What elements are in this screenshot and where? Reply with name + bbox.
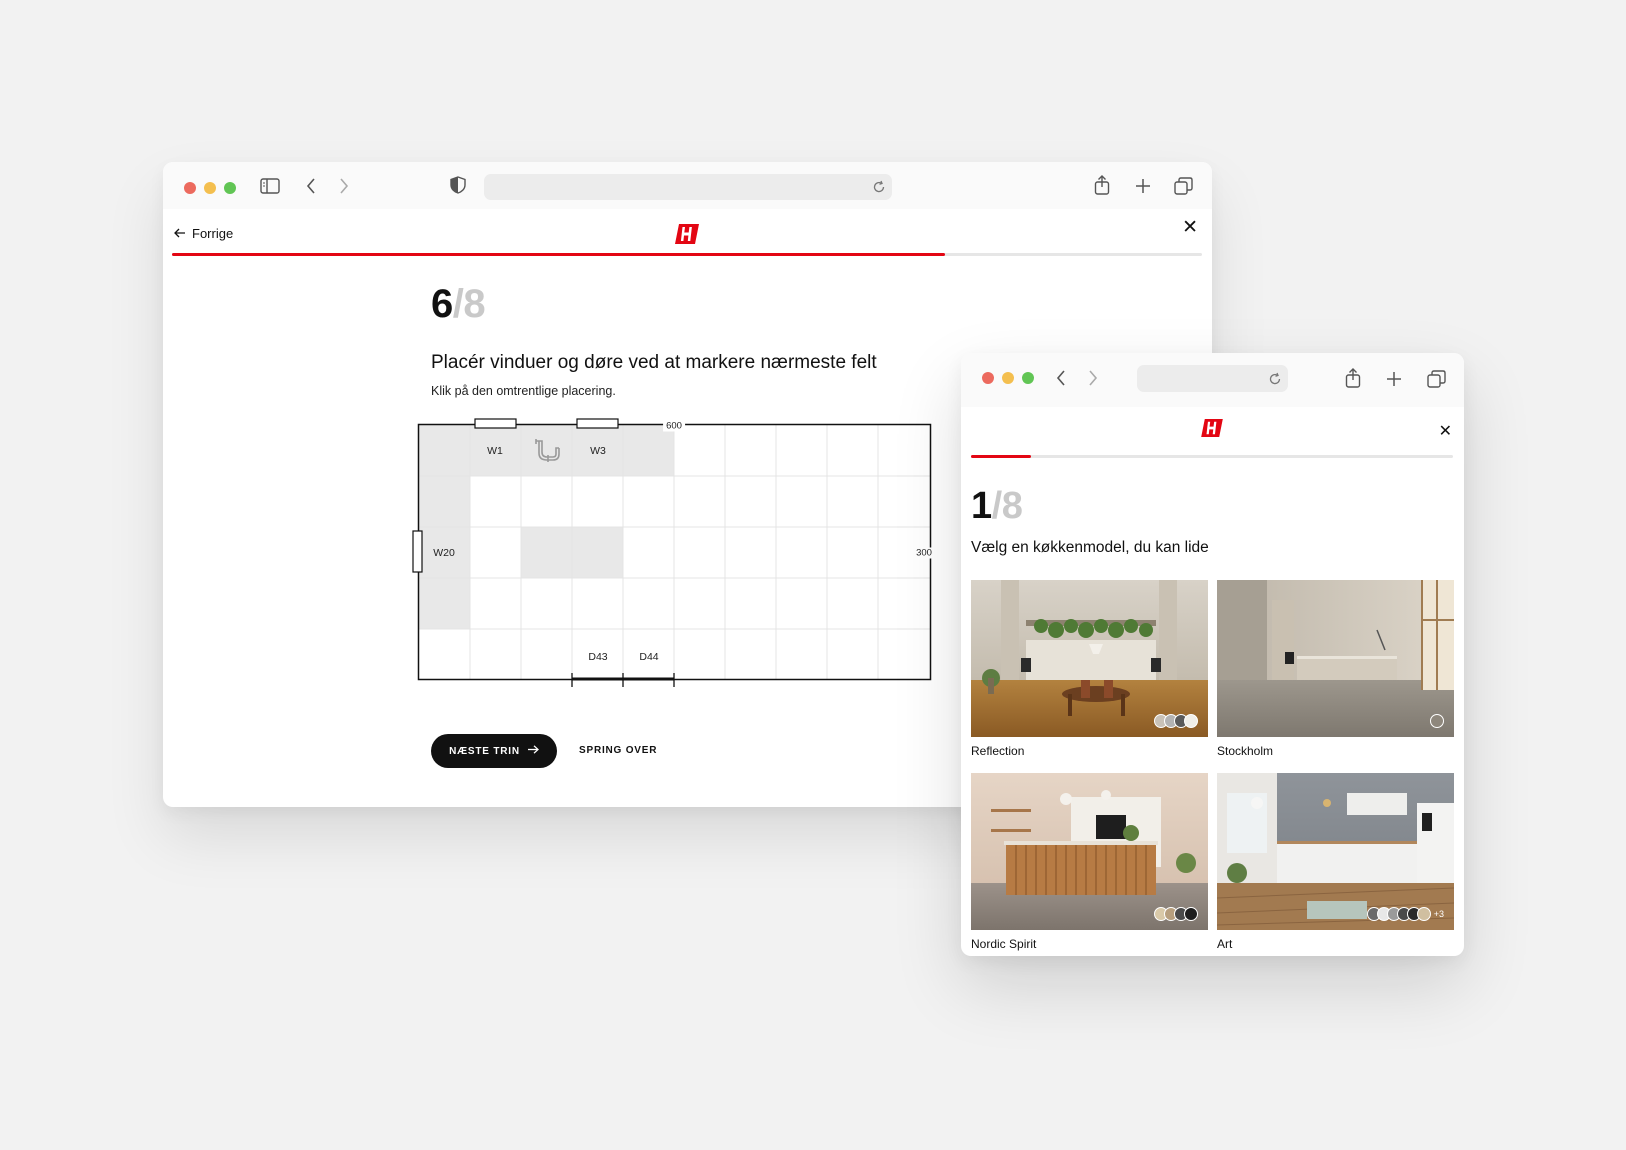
new-tab-icon[interactable] <box>1135 178 1151 194</box>
close-icon[interactable]: ✕ <box>1182 218 1198 237</box>
window-label-w3: W3 <box>590 445 606 457</box>
brand-logo-icon[interactable] <box>675 224 699 249</box>
kitchen-image: +3 <box>1217 773 1454 930</box>
minimize-window-button[interactable] <box>204 182 216 194</box>
page-subtitle: Klik på den omtrentlige placering. <box>431 384 616 398</box>
step-counter: 1/8 <box>971 485 1023 528</box>
kitchen-card-reflection[interactable]: Reflection <box>971 580 1208 758</box>
floorplan-lines <box>412 418 932 687</box>
share-icon[interactable] <box>1094 175 1110 195</box>
kitchen-name: Stockholm <box>1217 744 1274 758</box>
height-dimension: 300 <box>913 547 935 559</box>
tabs-overview-icon[interactable] <box>1427 370 1446 388</box>
kitchen-image <box>971 773 1208 930</box>
width-dimension: 600 <box>663 420 685 432</box>
arrow-right-icon <box>527 745 539 757</box>
share-icon[interactable] <box>1345 368 1361 388</box>
arrow-left-icon <box>174 226 186 241</box>
progress-bar-fill <box>971 455 1032 458</box>
sidebar-icon[interactable] <box>260 178 280 194</box>
progress-bar <box>971 455 1453 458</box>
next-step-button[interactable]: NÆSTE TRIN <box>431 734 557 768</box>
color-swatches <box>1430 714 1444 728</box>
color-swatch <box>1416 907 1431 921</box>
kitchen-name: Reflection <box>971 744 1025 758</box>
kitchen-image <box>1217 580 1454 737</box>
page-title: Placér vinduer og døre ved at markere næ… <box>431 352 877 373</box>
back-link[interactable]: Forrige <box>174 226 233 241</box>
close-window-button[interactable] <box>982 372 994 384</box>
floorplan-grid: W1 W3 W20 D43 D44 600 300 <box>412 418 935 724</box>
kitchen-name: Nordic Spirit <box>971 937 1037 951</box>
minimize-window-button[interactable] <box>1002 372 1014 384</box>
kitchen-card-nordic-spirit[interactable]: Nordic Spirit <box>971 773 1208 951</box>
kitchen-image <box>971 580 1208 737</box>
tabs-overview-icon[interactable] <box>1174 177 1193 195</box>
window-label-w20: W20 <box>433 547 455 559</box>
step-current: 6 <box>431 282 453 326</box>
address-bar[interactable] <box>484 174 892 200</box>
kitchen-name: Art <box>1217 937 1233 951</box>
chevron-left-icon[interactable] <box>1056 370 1066 386</box>
brand-logo-icon[interactable] <box>1201 419 1223 442</box>
reload-icon[interactable] <box>1268 372 1282 386</box>
chevron-right-icon[interactable] <box>339 178 349 194</box>
color-swatches <box>1154 907 1198 921</box>
kitchen-card-stockholm[interactable]: Stockholm <box>1217 580 1454 758</box>
step-separator: / <box>991 485 1003 527</box>
window-label-w1: W1 <box>487 445 503 457</box>
close-window-button[interactable] <box>184 182 196 194</box>
step-counter: 6/8 <box>431 282 486 327</box>
step-total: 8 <box>463 282 486 326</box>
color-swatch <box>1184 714 1198 728</box>
browser-toolbar <box>961 353 1464 407</box>
progress-bar <box>172 253 1202 256</box>
skip-button[interactable]: SPRING OVER <box>579 745 657 756</box>
reload-icon[interactable] <box>872 180 886 194</box>
page-title: Vælg en køkkenmodel, du kan lide <box>971 539 1209 556</box>
step-current: 1 <box>971 485 992 527</box>
chevron-right-icon[interactable] <box>1088 370 1098 386</box>
door-label-d43: D43 <box>588 651 608 663</box>
progress-bar-fill <box>172 253 945 256</box>
new-tab-icon[interactable] <box>1386 371 1402 387</box>
step-total: 8 <box>1001 485 1023 527</box>
step-separator: / <box>452 282 464 326</box>
color-swatches <box>1154 714 1198 728</box>
close-icon[interactable]: ✕ <box>1439 423 1452 439</box>
color-swatches: +3 <box>1366 907 1444 921</box>
maximize-window-button[interactable] <box>224 182 236 194</box>
color-swatch <box>1430 714 1444 728</box>
door-label-d44: D44 <box>639 651 659 663</box>
more-colors-count: +3 <box>1433 909 1444 919</box>
kitchen-card-art[interactable]: +3 Art <box>1217 773 1454 951</box>
maximize-window-button[interactable] <box>1022 372 1034 384</box>
browser-toolbar <box>163 162 1212 209</box>
color-swatch <box>1184 907 1198 921</box>
chevron-left-icon[interactable] <box>306 178 316 194</box>
back-label: Forrige <box>192 226 234 241</box>
address-bar[interactable] <box>1137 365 1288 392</box>
browser-window-kitchen-models: ✕ 1/8 Vælg en køkkenmodel, du kan lide R… <box>961 353 1464 956</box>
next-step-label: NÆSTE TRIN <box>449 745 520 757</box>
shield-icon[interactable] <box>450 176 466 194</box>
